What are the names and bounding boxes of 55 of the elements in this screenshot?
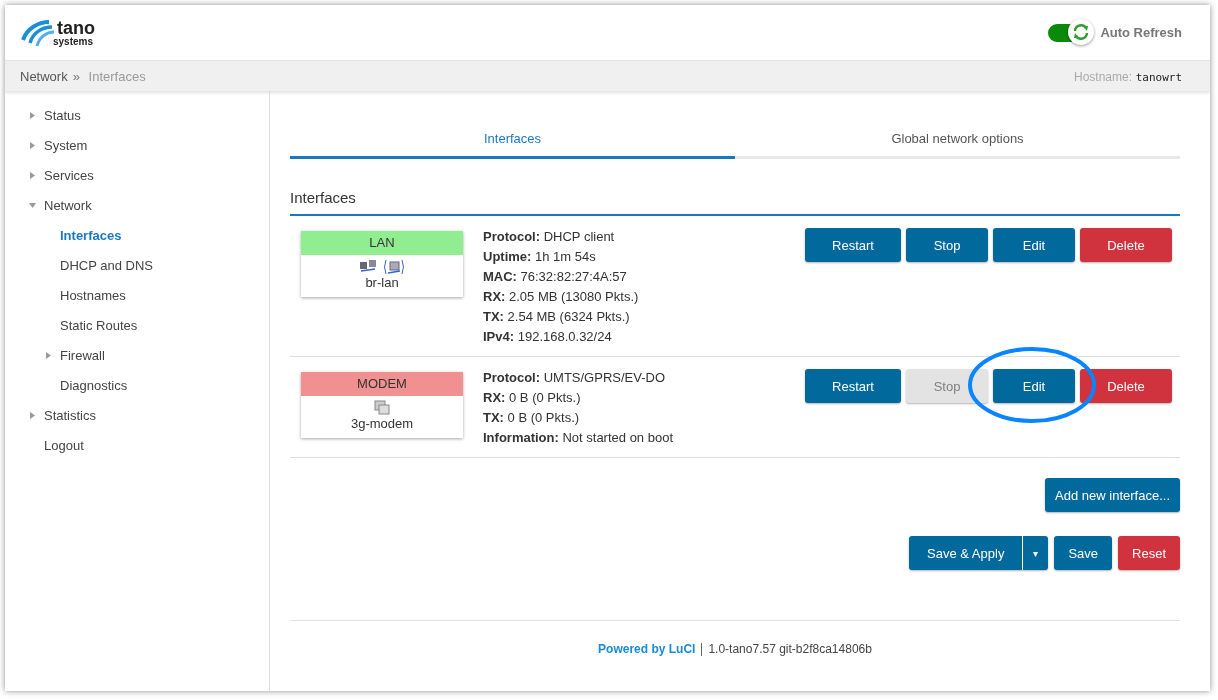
interface-button[interactable]: Stop <box>906 228 988 262</box>
interface-button[interactable]: Delete <box>1080 228 1172 262</box>
breadcrumb-link[interactable]: Network <box>20 68 68 84</box>
interface-name: MODEM <box>301 372 463 396</box>
interface-name: LAN <box>301 231 463 255</box>
sidebar-item[interactable]: Hostnames <box>60 287 126 303</box>
interface-detail: RX: 2.05 MB (13080 Pkts.) <box>483 288 640 306</box>
sidebar-item[interactable]: Status <box>44 107 81 123</box>
device-name: br-lan <box>364 275 400 290</box>
interface-detail: RX: 0 B (0 Pkts.) <box>483 389 582 407</box>
sidebar-item[interactable]: DHCP and DNS <box>60 257 153 273</box>
device-name: 3g-modem <box>349 416 415 431</box>
sidebar-item[interactable]: Services <box>44 167 94 183</box>
interface-button[interactable]: Restart <box>805 228 901 262</box>
interface-detail: IPv4: 192.168.0.32/24 <box>483 328 613 346</box>
powered-by-link[interactable]: Powered by LuCI <box>598 642 696 656</box>
add-interface-button[interactable]: Add new interface... <box>1045 478 1180 512</box>
tab[interactable]: Global network options <box>735 119 1180 159</box>
version-text: 1.0-tano7.57 git-b2f8ca14806b <box>708 642 872 656</box>
sidebar-item[interactable]: Static Routes <box>60 317 138 333</box>
interface-detail: Uptime: 1h 1m 54s <box>483 248 597 266</box>
section-title: Interfaces <box>290 189 1180 216</box>
interface-detail: Protocol: DHCP client <box>483 228 616 246</box>
hostname-label: Hostname: <box>1074 69 1132 84</box>
interface-button[interactable]: Edit <box>993 228 1075 262</box>
sidebar-item[interactable]: Diagnostics <box>60 377 128 393</box>
breadcrumb-separator: » <box>72 68 80 84</box>
bridge-icon <box>359 259 377 273</box>
sidebar-item[interactable]: Logout <box>44 437 84 453</box>
interface-detail: TX: 0 B (0 Pkts.) <box>483 409 581 427</box>
sidebar-item[interactable]: Interfaces <box>60 227 122 243</box>
interface-detail: TX: 2.54 MB (6324 Pkts.) <box>483 308 631 326</box>
interface-detail: Protocol: UMTS/GPRS/EV-DO <box>483 369 667 387</box>
interface-button[interactable]: Edit <box>993 369 1075 403</box>
logo-name: tano <box>57 18 95 37</box>
waves-logo-icon <box>19 17 55 48</box>
sidebar-item[interactable]: Statistics <box>44 407 96 423</box>
save-apply-button[interactable]: Save & Apply <box>909 536 1023 570</box>
network-port-icon <box>383 259 405 275</box>
logo-subtitle: systems <box>53 36 95 47</box>
dropdown-button[interactable]: ▾ <box>1022 536 1049 570</box>
action-button[interactable]: Save <box>1054 536 1113 570</box>
tab[interactable]: Interfaces <box>290 119 735 159</box>
action-button[interactable]: Reset <box>1118 536 1180 570</box>
sidebar-item[interactable]: System <box>44 137 88 153</box>
interface-button[interactable]: Restart <box>805 369 901 403</box>
sidebar-item[interactable]: Firewall <box>60 347 105 363</box>
hostname-value: tanowrt <box>1135 70 1182 84</box>
interface-button[interactable]: Delete <box>1080 369 1172 403</box>
interface-detail: Information: Not started on boot <box>483 429 674 447</box>
sidebar-item[interactable]: Network <box>44 197 92 213</box>
interface-detail: MAC: 76:32:82:27:4A:57 <box>483 268 628 286</box>
refresh-icon <box>1072 22 1091 41</box>
auto-refresh-label: Auto Refresh <box>1100 25 1182 40</box>
modem-icon <box>374 400 390 416</box>
